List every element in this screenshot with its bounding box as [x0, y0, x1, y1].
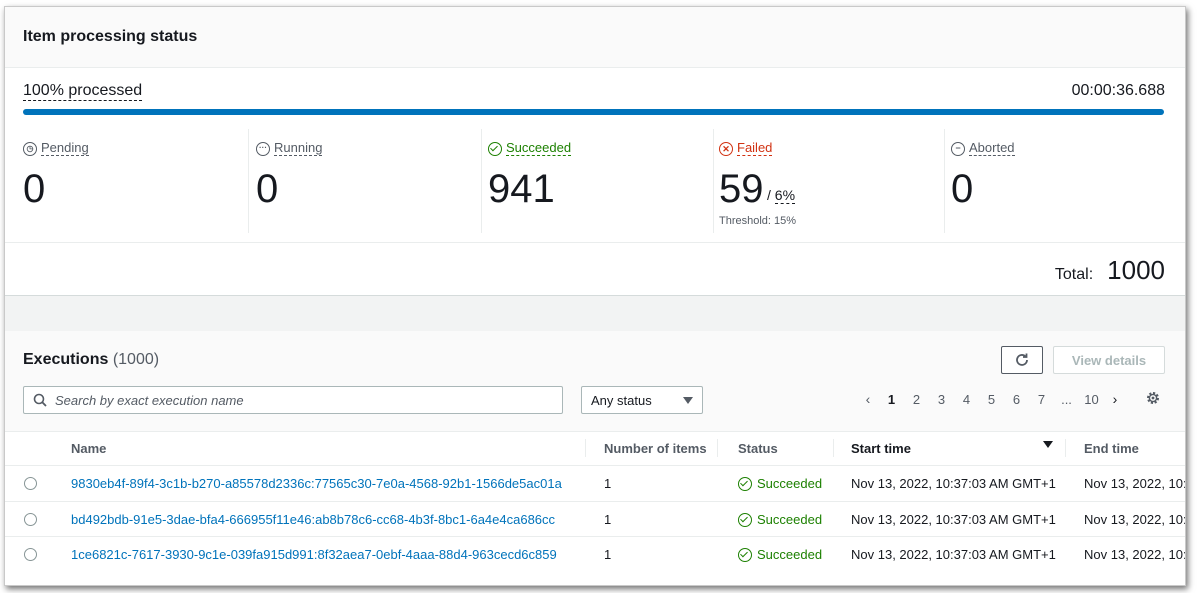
executions-panel: Executions (1000) View details Any statu…	[5, 331, 1185, 585]
stat-failed-value: 59	[719, 167, 764, 211]
clock-icon: ◷	[23, 141, 37, 156]
stat-aborted-value: 0	[951, 167, 974, 211]
refresh-icon	[1016, 353, 1028, 366]
execution-name-link[interactable]: 1ce6821c-7617-3930-9c1e-039fa915d991:8f3…	[71, 537, 581, 572]
view-details-button[interactable]: View details	[1053, 346, 1165, 374]
executions-title: Executions (1000)	[23, 351, 160, 368]
column-header-start-time[interactable]: Start time	[851, 431, 911, 465]
items-count: 1	[604, 476, 612, 491]
page-10[interactable]: 10	[1079, 392, 1104, 407]
page-7[interactable]: 7	[1029, 392, 1054, 407]
page-ellipsis: ...	[1061, 391, 1072, 407]
row-select-radio[interactable]	[24, 477, 37, 490]
row-select-radio[interactable]	[24, 548, 37, 561]
check-circle-icon	[738, 547, 752, 562]
page-5[interactable]: 5	[979, 392, 1004, 407]
check-circle-icon	[738, 512, 752, 527]
status-filter-select[interactable]: Any status	[581, 386, 703, 414]
item-processing-status-panel: Item processing status 100% processed 00…	[5, 7, 1185, 296]
ellipsis-icon: ···	[256, 141, 270, 156]
failed-percent: / 6%	[767, 187, 796, 204]
search-icon	[33, 393, 47, 407]
status-succeeded: Succeeded	[738, 502, 822, 537]
failed-slash: /	[767, 187, 771, 203]
column-separator	[833, 439, 834, 457]
progress-bar	[23, 109, 1164, 115]
elapsed-time: 00:00:36.688	[1071, 82, 1165, 99]
stat-failed: ✕ Failed 59 / 6% Threshold: 15%	[719, 129, 945, 233]
status-filter-value: Any status	[591, 392, 652, 408]
column-separator	[585, 439, 586, 457]
stat-running: ··· Running 0	[256, 129, 482, 233]
executions-header: Executions (1000) View details Any statu…	[5, 331, 1185, 432]
stat-succeeded: Succeeded 941	[488, 129, 714, 233]
start-time: Nov 13, 2022, 10:37:03 AM GMT+1	[851, 547, 1056, 562]
column-header-status[interactable]: Status	[738, 431, 778, 465]
stat-succeeded-label[interactable]: Succeeded	[488, 141, 572, 156]
refresh-button[interactable]	[1001, 346, 1043, 374]
start-time: Nov 13, 2022, 10:37:03 AM GMT+1	[851, 512, 1056, 527]
prev-page-icon[interactable]: ‹	[857, 391, 879, 407]
column-separator	[717, 439, 718, 457]
status-succeeded: Succeeded	[738, 537, 822, 572]
column-separator	[1065, 439, 1066, 457]
caret-down-icon	[683, 396, 693, 404]
x-circle-icon: ✕	[719, 141, 733, 156]
row-select-radio[interactable]	[24, 513, 37, 526]
stat-pending-label[interactable]: ◷ Pending	[23, 141, 89, 156]
stat-aborted: − Aborted 0	[951, 129, 1176, 233]
execution-name-link[interactable]: bd492bdb-91e5-3dae-bfa4-666955f11e46:ab8…	[71, 502, 581, 537]
items-count: 1	[604, 547, 612, 562]
pagination: ‹ 1 2 3 4 5 6 7 ... 10 ›	[857, 391, 1126, 407]
start-time: Nov 13, 2022, 10:37:03 AM GMT+1	[851, 476, 1056, 491]
column-header-name[interactable]: Name	[71, 431, 106, 465]
minus-circle-icon: −	[951, 141, 965, 156]
page-6[interactable]: 6	[1004, 392, 1029, 407]
table-row[interactable]: bd492bdb-91e5-3dae-bfa4-666955f11e46:ab8…	[5, 501, 1185, 537]
search-input[interactable]	[53, 391, 537, 409]
page-3[interactable]: 3	[929, 392, 954, 407]
page-1[interactable]: 1	[879, 392, 904, 407]
end-time: Nov 13, 2022, 10:37:03 AM GMT+1	[1084, 476, 1185, 491]
failed-percent-value[interactable]: 6%	[774, 187, 796, 204]
next-page-icon[interactable]: ›	[1104, 391, 1126, 407]
progress-bar-fill	[23, 109, 1164, 115]
status-succeeded: Succeeded	[738, 466, 822, 501]
end-time: Nov 13, 2022, 10:37:03 AM GMT+1	[1084, 512, 1185, 527]
gear-icon[interactable]	[1145, 390, 1161, 406]
search-field[interactable]	[23, 386, 563, 414]
stat-running-label[interactable]: ··· Running	[256, 141, 323, 156]
total-value: 1000	[1107, 255, 1165, 285]
stat-pending: ◷ Pending 0	[23, 129, 249, 233]
column-header-items[interactable]: Number of items	[604, 431, 707, 465]
execution-name-link[interactable]: 9830eb4f-89f4-3c1b-b270-a85578d2336c:775…	[71, 466, 581, 501]
items-count: 1	[604, 512, 612, 527]
check-circle-icon	[738, 476, 752, 491]
page-2[interactable]: 2	[904, 392, 929, 407]
stat-running-value: 0	[256, 167, 279, 211]
column-header-end-time[interactable]: End time	[1084, 431, 1139, 465]
table-row[interactable]: 1ce6821c-7617-3930-9c1e-039fa915d991:8f3…	[5, 536, 1185, 572]
panel-title: Item processing status	[23, 28, 198, 45]
total: Total: 1000	[1055, 255, 1165, 286]
total-label: Total:	[1054, 266, 1094, 283]
failed-threshold: Threshold: 15%	[719, 215, 797, 227]
sort-descending-icon[interactable]	[1043, 441, 1053, 448]
panel-header: Item processing status	[5, 7, 1185, 68]
check-circle-icon	[488, 141, 502, 156]
stat-succeeded-value: 941	[488, 167, 555, 211]
stat-failed-label[interactable]: ✕ Failed	[719, 141, 773, 156]
processed-label[interactable]: 100% processed	[23, 82, 143, 101]
screenshot-frame: Item processing status 100% processed 00…	[4, 6, 1186, 586]
stat-pending-value: 0	[23, 167, 46, 211]
divider	[5, 242, 1185, 243]
table-row[interactable]: 9830eb4f-89f4-3c1b-b270-a85578d2336c:775…	[5, 465, 1185, 501]
stat-aborted-label[interactable]: − Aborted	[951, 141, 1015, 156]
end-time: Nov 13, 2022, 10:37:03 AM GMT+1	[1084, 547, 1185, 562]
executions-count: (1000)	[112, 351, 160, 368]
page-4[interactable]: 4	[954, 392, 979, 407]
